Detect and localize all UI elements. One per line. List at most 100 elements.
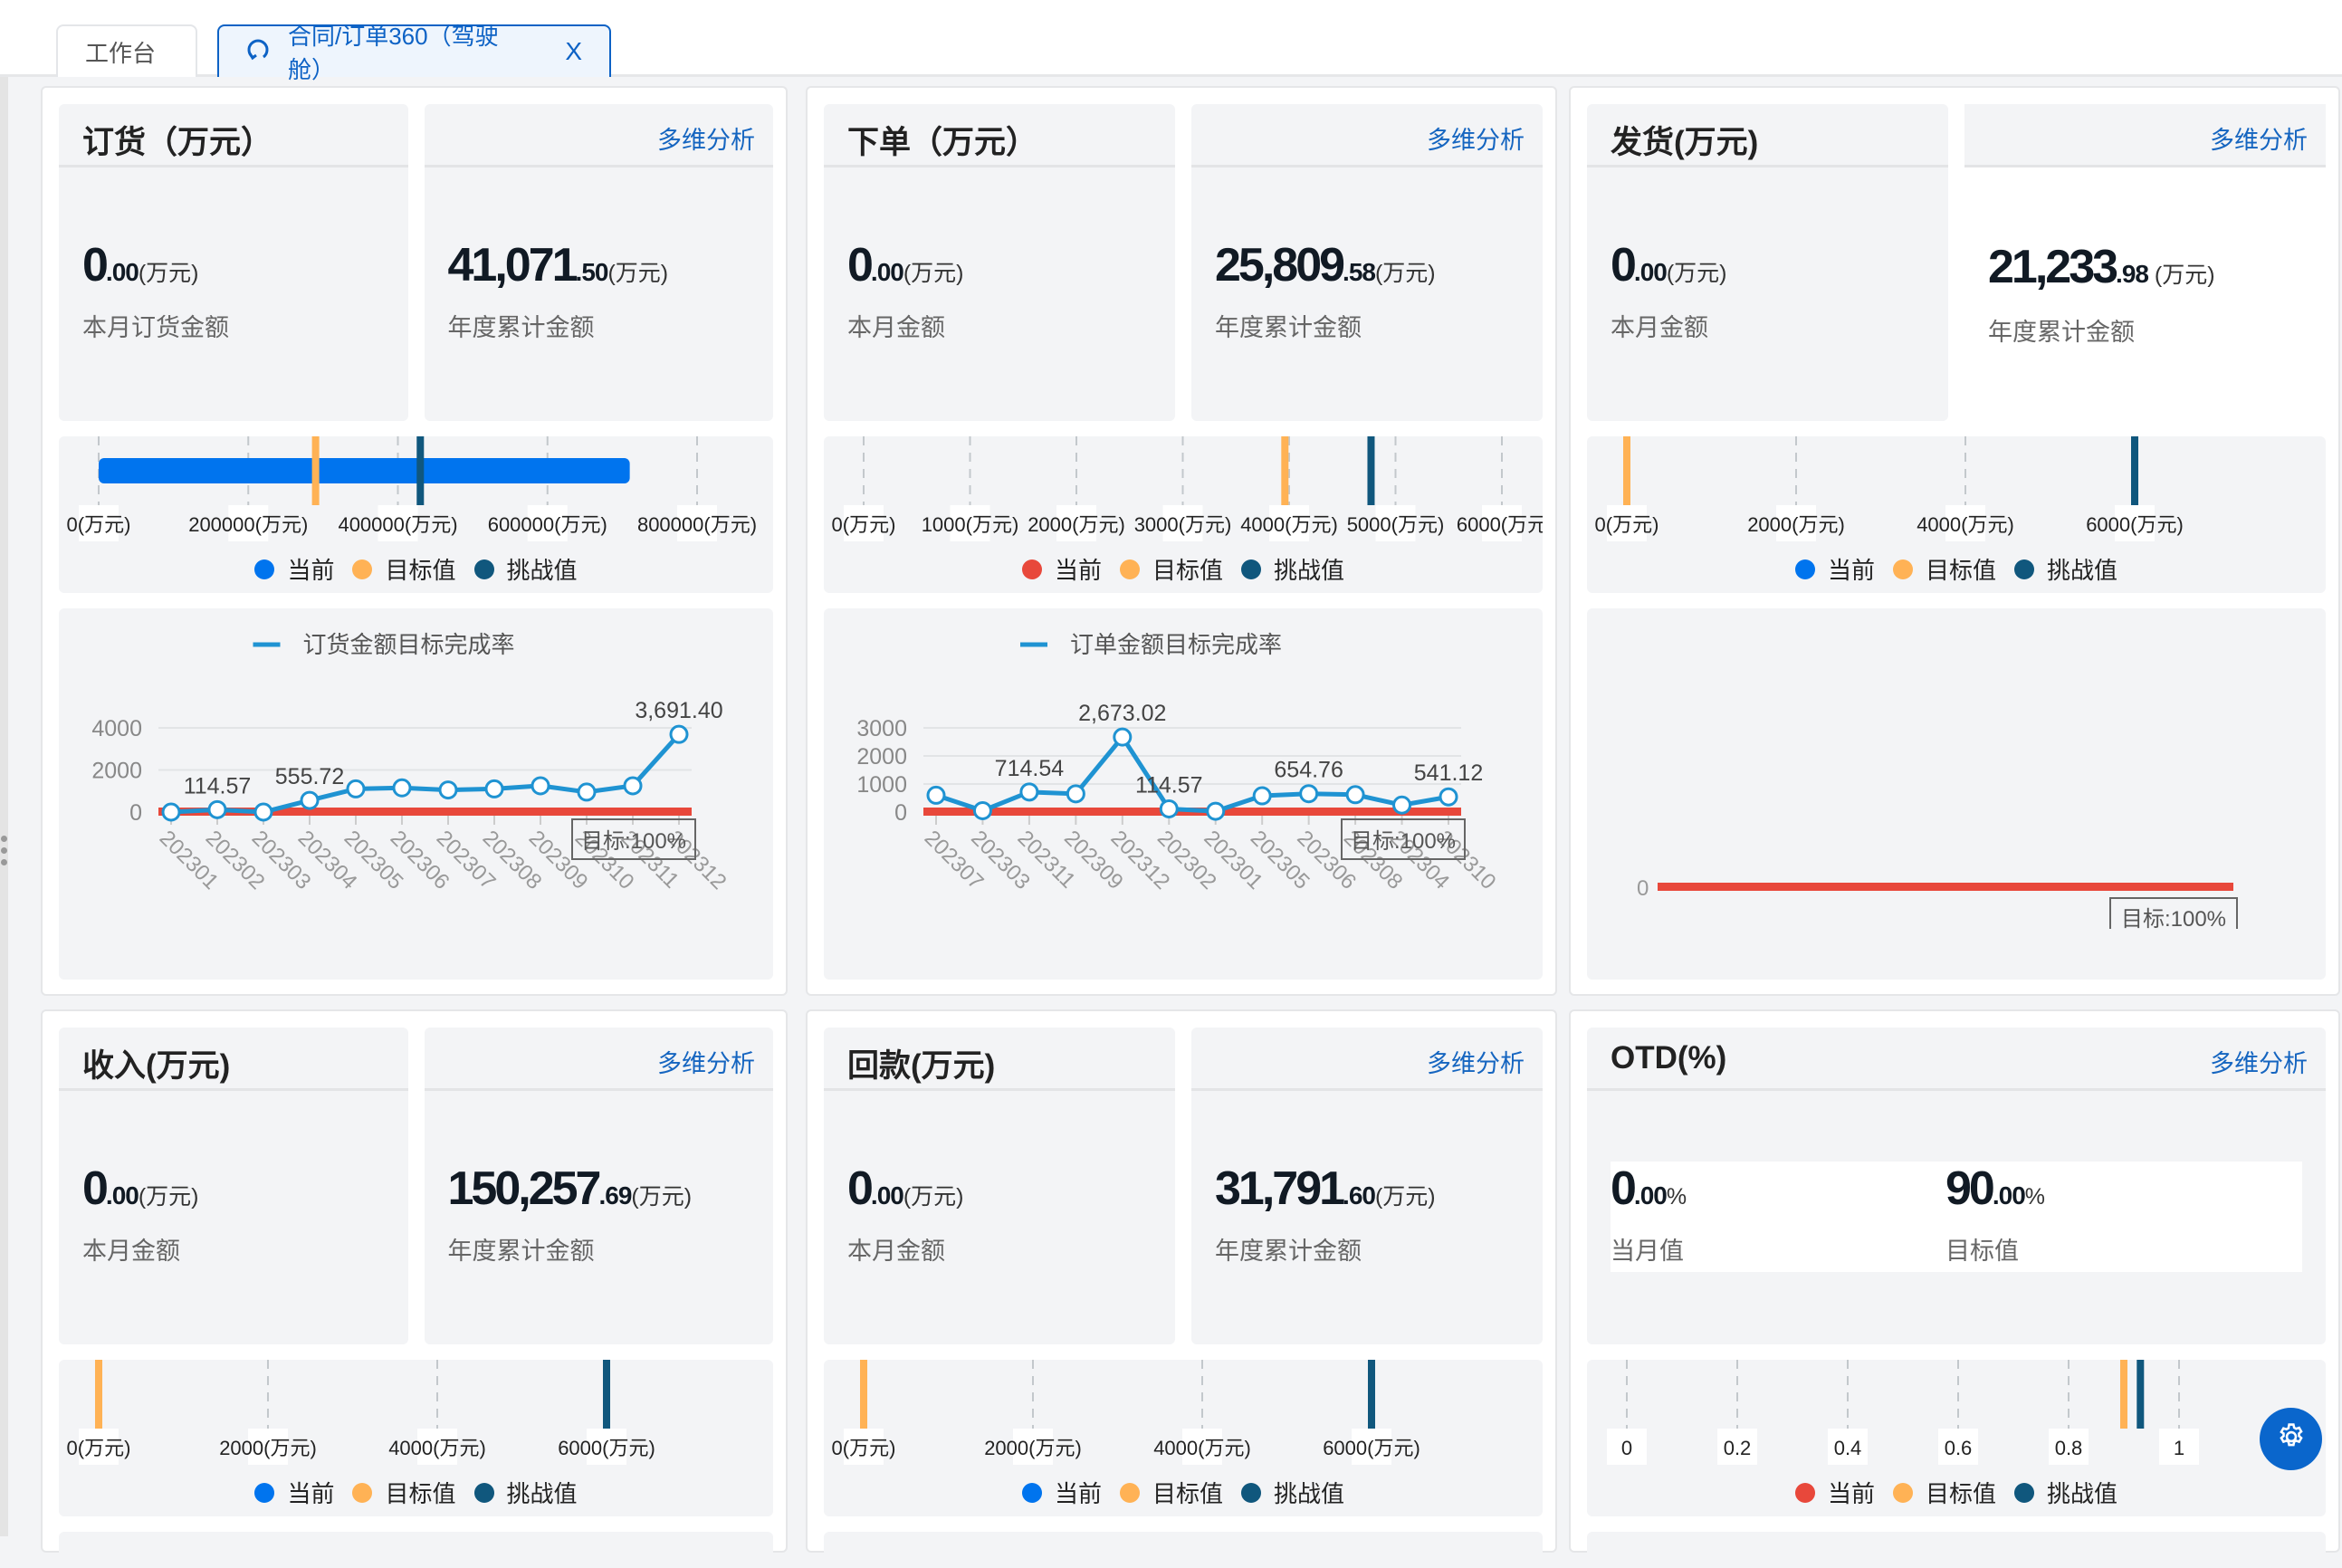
legend-target[interactable]: 目标值	[352, 552, 456, 586]
legend-current[interactable]: 当前	[1021, 552, 1102, 586]
legend-dot	[352, 1482, 373, 1503]
legend-target[interactable]: 目标值	[352, 1476, 456, 1509]
year-label: 年度累计金额	[1215, 1238, 1362, 1265]
tick-label: 0.4	[1834, 1437, 1862, 1459]
close-icon[interactable]: X	[565, 37, 582, 66]
data-point	[1113, 727, 1133, 747]
multi-dimension-analysis-link[interactable]: 多维分析	[657, 1044, 755, 1079]
refresh-icon[interactable]	[246, 36, 270, 68]
card-header: 多维分析	[1964, 104, 2326, 167]
tick-label: 0	[1621, 1437, 1632, 1459]
challenge-marker	[2136, 1360, 2145, 1429]
value-decimal: .00	[1633, 258, 1668, 286]
line-svg: 0 目标:100%	[1637, 876, 2238, 932]
value-integer: 41,071	[447, 239, 578, 292]
target-marker	[1623, 436, 1630, 505]
month-value: 0.00(万元)	[82, 1162, 199, 1216]
legend-current[interactable]: 当前	[1794, 552, 1875, 586]
legend-dot	[1892, 1482, 1913, 1503]
legend-current[interactable]: 当前	[254, 1476, 334, 1509]
data-point	[346, 779, 366, 798]
target-marker	[311, 436, 320, 505]
multi-dimension-analysis-link[interactable]: 多维分析	[657, 120, 755, 156]
legend-dot	[1021, 559, 1042, 579]
legend-dot	[1119, 559, 1140, 579]
tab-workbench[interactable]: 工作台	[56, 24, 197, 77]
legend-label: 挑战值	[506, 1480, 578, 1507]
legend-challenge[interactable]: 挑战值	[1241, 552, 1344, 586]
legend-dot	[1794, 1482, 1815, 1503]
settings-button[interactable]	[2260, 1408, 2322, 1470]
kpi-panel-ship: 发货(万元) 0.00(万元) 本月金额 多维分析 21,233.98 (万元)…	[1569, 86, 2340, 996]
legend-label: 挑战值	[2047, 1480, 2118, 1507]
y-tick-label: 1000	[856, 772, 907, 798]
data-label: 555.72	[275, 764, 344, 789]
legend-label: 目标值	[385, 1480, 456, 1507]
bullet-legend: 当前 目标值 挑战值	[59, 552, 773, 586]
card-header: 回款(万元)	[824, 1028, 1175, 1091]
data-point	[1066, 784, 1085, 804]
year-label: 年度累计金额	[447, 314, 595, 341]
month-label: 本月订货金额	[82, 314, 229, 341]
year-label: 目标值	[1945, 1238, 2019, 1265]
legend-current[interactable]: 当前	[254, 552, 334, 586]
legend-target[interactable]: 目标值	[1892, 552, 1996, 586]
tick-label: 4000(万元)	[1153, 1437, 1251, 1459]
tick-label: 2000(万元)	[1747, 513, 1845, 536]
year-value: 150,257.69(万元)	[448, 1162, 693, 1216]
multi-dimension-analysis-link[interactable]: 多维分析	[2210, 120, 2308, 156]
month-label: 本月金额	[1611, 314, 1708, 341]
legend-challenge[interactable]: 挑战值	[2014, 552, 2117, 586]
card-header: 下单（万元）	[824, 104, 1175, 167]
month-label: 当月值	[1611, 1238, 1684, 1265]
panel-title: OTD(%)	[1611, 1040, 1727, 1076]
target-marker	[860, 1360, 867, 1429]
legend-label: 挑战值	[1274, 1480, 1345, 1507]
value-integer: 90	[1945, 1162, 1995, 1215]
tick-label: 0.6	[1945, 1437, 1973, 1459]
line-legend-label: 订单金额目标完成率	[1070, 631, 1282, 658]
gear-icon	[2276, 1421, 2307, 1457]
tick-label: 4000(万元)	[1917, 513, 2014, 536]
value-decimal: .00	[105, 258, 139, 286]
legend-target[interactable]: 目标值	[1892, 1476, 1996, 1509]
multi-dimension-analysis-link[interactable]: 多维分析	[1427, 1044, 1525, 1079]
legend-current[interactable]: 当前	[1794, 1476, 1875, 1509]
legend-dot	[2014, 559, 2034, 579]
value-integer: 0	[82, 1162, 109, 1215]
tick-label: 0(万元)	[1595, 513, 1659, 536]
data-label: 541.12	[1414, 760, 1483, 786]
legend-label: 目标值	[1152, 1480, 1223, 1507]
challenge-marker	[1368, 1360, 1375, 1429]
legend-current[interactable]: 当前	[1021, 1476, 1102, 1509]
legend-label: 当前	[1827, 557, 1875, 584]
data-point	[623, 776, 643, 796]
line-chart	[59, 1532, 773, 1568]
legend-target[interactable]: 目标值	[1119, 1476, 1223, 1509]
legend-challenge[interactable]: 挑战值	[1241, 1476, 1344, 1509]
y-tick-label: 0	[894, 800, 907, 826]
tick-label: 5000(万元)	[1347, 513, 1445, 536]
bullet-chart: 0(万元) 2000(万元) 4000(万元) 6000(万元) 当前 目标值 挑战值	[59, 1360, 773, 1516]
tab-contract-order-360[interactable]: 合同/订单360（驾驶舱） X	[217, 23, 611, 83]
legend-challenge[interactable]: 挑战值	[473, 1476, 578, 1509]
bullet-chart: 0(万元) 2000(万元) 4000(万元) 6000(万元) 当前 目标值 挑战值	[824, 1360, 1543, 1516]
panel-title: 收入(万元)	[82, 1048, 231, 1084]
tick-label: 400000(万元)	[338, 513, 457, 536]
multi-dimension-analysis-link[interactable]: 多维分析	[2210, 1044, 2308, 1079]
value-decimal: .69	[598, 1181, 632, 1209]
multi-dimension-analysis-link[interactable]: 多维分析	[1427, 120, 1525, 156]
tick-label: 2000(万元)	[219, 1437, 317, 1459]
legend-challenge[interactable]: 挑战值	[2014, 1476, 2117, 1509]
legend-label: 当前	[1054, 1480, 1102, 1507]
month-label: 本月金额	[82, 1238, 180, 1265]
kpi-panel-placed: 下单（万元） 0.00(万元) 本月金额 多维分析 25,809.58(万元) …	[806, 86, 1557, 996]
challenge-marker	[1367, 436, 1375, 505]
legend-target[interactable]: 目标值	[1119, 552, 1223, 586]
data-point	[531, 776, 550, 796]
drag-handle-icon[interactable]	[1, 836, 7, 871]
data-label: 3,691.40	[635, 698, 722, 723]
card-header: 多维分析	[424, 104, 773, 167]
tick-label: 2000(万元)	[1028, 513, 1125, 536]
legend-challenge[interactable]: 挑战值	[473, 552, 578, 586]
